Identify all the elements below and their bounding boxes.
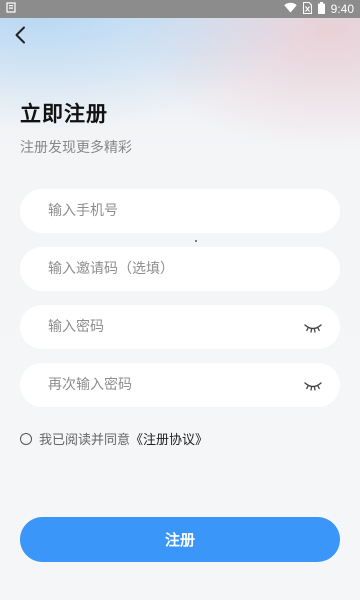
- status-time: 9:40: [330, 2, 354, 16]
- decorative-dot: [195, 240, 197, 242]
- battery-icon: [317, 1, 325, 17]
- status-bar-right: 9:40: [283, 1, 354, 17]
- eye-closed-icon: [304, 318, 322, 337]
- invite-code-input[interactable]: [48, 247, 324, 291]
- confirm-password-input[interactable]: [48, 363, 302, 407]
- page-background: [0, 0, 360, 600]
- wifi-icon: [283, 2, 297, 16]
- page-title: 立即注册: [20, 102, 108, 126]
- agreement-text: 我已阅读并同意: [39, 433, 131, 448]
- page-subtitle: 注册发现更多精彩: [20, 140, 132, 156]
- back-button[interactable]: [8, 25, 32, 49]
- status-bar: 9:40: [0, 0, 360, 18]
- status-bar-left: [6, 2, 16, 16]
- notification-icon: [6, 2, 16, 16]
- invite-code-field: [20, 247, 340, 291]
- confirm-password-visibility-toggle[interactable]: [302, 378, 324, 392]
- agreement-link[interactable]: 《注册协议》: [130, 429, 208, 448]
- confirm-password-field: [20, 363, 340, 407]
- agreement-row: 我已阅读并同意 《注册协议》: [20, 429, 208, 448]
- phone-input[interactable]: [48, 189, 324, 233]
- sim-icon: [302, 1, 312, 17]
- password-field: [20, 305, 340, 349]
- phone-field: [20, 189, 340, 233]
- register-button[interactable]: 注册: [20, 517, 340, 562]
- password-input[interactable]: [48, 305, 302, 349]
- eye-closed-icon: [304, 376, 322, 395]
- agreement-radio[interactable]: [20, 432, 32, 445]
- chevron-left-icon: [14, 26, 26, 48]
- password-visibility-toggle[interactable]: [302, 320, 324, 334]
